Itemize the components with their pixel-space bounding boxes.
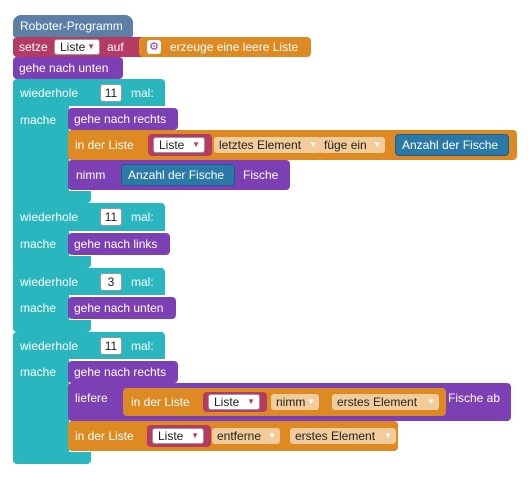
repeat-label: wiederhole <box>20 210 79 224</box>
repeat-block-2-foot <box>13 256 91 268</box>
deliver-label: liefere <box>75 391 108 405</box>
times-label: mal: <box>131 210 154 224</box>
repeat-block-3-foot <box>13 320 91 332</box>
times-label: mal: <box>131 275 154 289</box>
create-list-label: erzeuge eine leere Liste <box>170 40 299 54</box>
variable-dropdown[interactable]: Liste ▼ <box>54 39 100 55</box>
repeat-count-input[interactable]: 11 <box>100 337 122 355</box>
do-label: mache <box>20 237 57 251</box>
dropdown-arrow-icon: ▼ <box>427 397 435 406</box>
fish-count-label: Anzahl der Fische <box>128 168 225 182</box>
move-down-block[interactable]: gehe nach unten <box>68 297 176 319</box>
list-variable-block[interactable]: Liste ▼ <box>203 392 267 412</box>
repeat-label: wiederhole <box>20 275 79 289</box>
list-insert-block[interactable]: in der Liste Liste ▼ letztes Element ▼ f… <box>68 130 517 160</box>
dropdown-arrow-icon: ▼ <box>268 431 276 440</box>
move-left-block[interactable]: gehe nach links <box>68 233 170 255</box>
fish-count-block[interactable]: Anzahl der Fische <box>121 164 235 186</box>
repeat-block-3[interactable]: wiederhole 3 mal: <box>13 268 165 295</box>
fish-count-label: Anzahl der Fische <box>402 138 499 152</box>
do-label: mache <box>20 365 57 379</box>
repeat-count-input[interactable]: 11 <box>100 84 122 102</box>
repeat-label: wiederhole <box>20 339 79 353</box>
remove-position-dropdown[interactable]: erstes Element ▼ <box>290 428 396 444</box>
list-variable-block[interactable]: Liste ▼ <box>147 425 211 447</box>
get-action-value: nimm <box>276 395 306 409</box>
dropdown-arrow-icon: ▼ <box>309 140 317 149</box>
in-list-label: in der Liste <box>75 138 134 152</box>
repeat-block-1-arm: mache <box>13 105 69 205</box>
set-label: setze <box>19 40 48 54</box>
list-get-block[interactable]: in der Liste Liste ▼ nimm ▼ erstes Eleme… <box>123 388 446 416</box>
repeat-block-1[interactable]: wiederhole 11 mal: <box>13 79 165 106</box>
list-variable-dropdown[interactable]: Liste ▼ <box>152 428 204 444</box>
list-variable-name: Liste <box>159 138 185 152</box>
dropdown-arrow-icon: ▼ <box>87 42 95 51</box>
get-action-dropdown[interactable]: nimm ▼ <box>271 394 319 410</box>
repeat-block-2[interactable]: wiederhole 11 mal: <box>13 203 165 231</box>
move-left-label: gehe nach links <box>74 237 158 251</box>
program-title: Roboter-Programm <box>20 19 123 33</box>
move-right-label: gehe nach rechts <box>74 112 167 126</box>
repeat-block-4-foot <box>13 452 91 464</box>
gear-icon[interactable]: ⚙ <box>147 40 161 54</box>
create-empty-list-block[interactable]: ⚙ erzeuge eine leere Liste <box>139 37 311 57</box>
position-dropdown[interactable]: letztes Element ▼ <box>214 137 321 153</box>
do-label: mache <box>20 113 57 127</box>
remove-action-value: entferne <box>217 429 262 443</box>
dropdown-arrow-icon: ▼ <box>191 431 199 440</box>
move-down-block[interactable]: gehe nach unten <box>13 57 123 79</box>
list-variable-dropdown[interactable]: Liste ▼ <box>208 394 260 410</box>
deliver-suffix-label: Fische ab <box>448 391 501 405</box>
repeat-block-1-foot <box>13 191 91 203</box>
repeat-count-input[interactable]: 3 <box>100 273 122 291</box>
move-down-label: gehe nach unten <box>19 61 109 75</box>
repeat-block-4[interactable]: wiederhole 11 mal: <box>13 332 165 359</box>
list-variable-block[interactable]: Liste ▼ <box>148 134 212 156</box>
take-fish-block[interactable]: nimm Anzahl der Fische Fische <box>68 160 290 190</box>
repeat-count-input[interactable]: 11 <box>100 208 122 226</box>
in-list-label: in der Liste <box>75 429 134 443</box>
move-right-label: gehe nach rechts <box>74 365 167 379</box>
do-label: mache <box>20 301 57 315</box>
variable-name: Liste <box>60 40 86 54</box>
get-position-dropdown[interactable]: erstes Element ▼ <box>332 394 439 410</box>
move-down-label: gehe nach unten <box>74 301 164 315</box>
dropdown-arrow-icon: ▼ <box>192 140 200 149</box>
fish-suffix-label: Fische <box>243 168 279 182</box>
get-position-value: erstes Element <box>337 395 418 409</box>
take-label: nimm <box>76 168 106 182</box>
program-hat-block[interactable]: Roboter-Programm <box>13 15 133 37</box>
dropdown-arrow-icon: ▼ <box>247 397 255 406</box>
list-variable-name: Liste <box>158 429 184 443</box>
list-variable-name: Liste <box>214 395 240 409</box>
action-dropdown[interactable]: füge ein ▼ <box>319 137 385 153</box>
remove-position-value: erstes Element <box>295 429 376 443</box>
times-label: mal: <box>131 86 154 100</box>
position-value: letztes Element <box>219 138 302 152</box>
list-remove-block[interactable]: in der Liste Liste ▼ entferne ▼ erstes E… <box>68 421 398 451</box>
action-value: füge ein <box>324 138 367 152</box>
in-list-label: in der Liste <box>131 395 190 409</box>
move-right-block[interactable]: gehe nach rechts <box>68 361 178 383</box>
dropdown-arrow-icon: ▼ <box>373 140 381 149</box>
list-variable-dropdown[interactable]: Liste ▼ <box>153 137 205 153</box>
move-right-block[interactable]: gehe nach rechts <box>68 108 178 130</box>
times-label: mal: <box>131 339 154 353</box>
to-label: auf <box>107 40 124 54</box>
fish-count-block[interactable]: Anzahl der Fische <box>395 134 509 156</box>
repeat-block-4-arm: mache <box>13 358 69 458</box>
dropdown-arrow-icon: ▼ <box>307 397 315 406</box>
remove-action-dropdown[interactable]: entferne ▼ <box>212 428 280 444</box>
repeat-label: wiederhole <box>20 86 79 100</box>
dropdown-arrow-icon: ▼ <box>384 431 392 440</box>
deliver-fish-block[interactable]: liefere in der Liste Liste ▼ nimm ▼ erst… <box>68 383 511 421</box>
set-variable-block[interactable]: setze Liste ▼ auf <box>13 37 146 57</box>
